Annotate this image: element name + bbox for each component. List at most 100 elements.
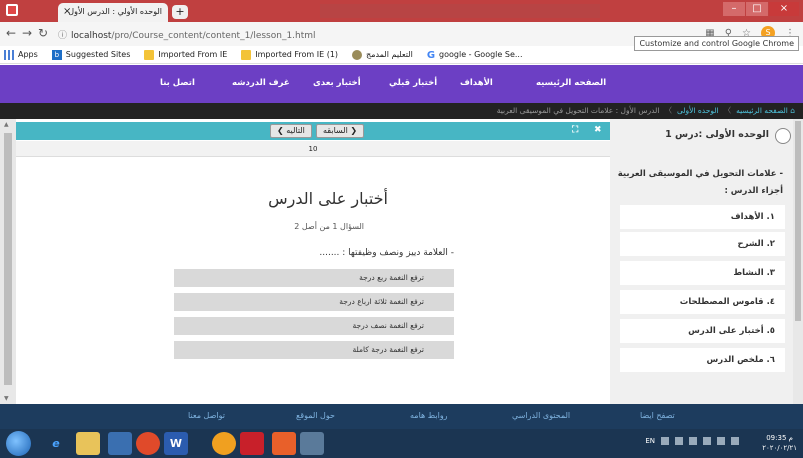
language-indicator[interactable]: EN [645, 437, 655, 445]
taskbar: e W EN 09:35 م ٢٠٢٠/٠٢/٢١ [0, 429, 803, 458]
folder-icon [241, 49, 252, 60]
forward-icon[interactable]: → [22, 26, 32, 40]
url-path: /pro/Course_content/content_1/lesson_1.h… [111, 31, 316, 41]
answer-option[interactable]: ترفع النغمة درجة كاملة [174, 341, 454, 359]
xampp-icon[interactable] [272, 432, 296, 455]
home-icon: ⌂ [787, 106, 795, 115]
breadcrumb-home[interactable]: الصفحه الرئيسيه [736, 106, 788, 115]
window-menu-icon[interactable] [6, 4, 18, 16]
nav-objectives[interactable]: الأهداف [460, 78, 493, 88]
question-text: - العلامة دييز ونصف وظيفتها : ....... [319, 248, 454, 258]
word-icon[interactable]: W [164, 432, 188, 455]
footer-about[interactable]: حول الموقع [296, 411, 335, 420]
lesson-content: ✖ ⛶ ❮ السابقه التاليه ❯ 10 أختبار على ال… [16, 119, 610, 404]
sidebar-item-activity[interactable]: ٣. النشاط [620, 261, 785, 285]
scrollbar-thumb[interactable] [4, 133, 12, 385]
sidebar-unit-title: الوحده الأولى :درس 1 [665, 129, 769, 140]
bookmark-label: Suggested Sites [65, 50, 131, 59]
sidebar-item-glossary[interactable]: ٤. قاموس المصطلحات [620, 290, 785, 314]
minimize-button[interactable]: – [723, 2, 745, 16]
volume-icon[interactable] [731, 437, 739, 445]
sidebar-item-explanation[interactable]: ٢. الشرح [620, 232, 785, 256]
paint-icon[interactable] [212, 432, 236, 455]
tabbar-blurred-area [320, 4, 600, 18]
close-window-button[interactable]: × [769, 2, 799, 16]
site-nav: الصفحه الرئيسيه الأهداف أختبار قبلي أختب… [0, 65, 803, 103]
clock[interactable]: 09:35 م ٢٠٢٠/٠٢/٢١ [762, 433, 797, 453]
nav-chat-rooms[interactable]: غرف الدردشه [232, 78, 290, 88]
info-icon[interactable]: ⓘ [58, 31, 67, 41]
answer-option[interactable]: ترفع النغمة ربع درجة [174, 269, 454, 287]
google-icon: G [426, 49, 436, 61]
scroll-down-icon[interactable]: ▼ [4, 395, 9, 402]
browser-tab[interactable]: × الوحده الأولي : الدرس الأول [58, 3, 168, 22]
breadcrumb: ⌂ الصفحه الرئيسيه 〉 الوحده الأولى 〉 الدرس ال… [0, 103, 803, 119]
window-controls: – □ × [723, 2, 799, 16]
ie-icon[interactable]: e [44, 432, 68, 455]
url-field[interactable]: ⓘ localhost/pro/Course_content/content_1/… [58, 28, 316, 41]
sidebar-lesson-subtitle: - علامات التحويل في الموسيقى العربية [617, 169, 783, 179]
sidebar-item-lesson-test[interactable]: ٥. أختبار على الدرس [620, 319, 785, 343]
lesson-sidebar: الوحده الأولى :درس 1 - علامات التحويل في… [610, 119, 793, 404]
bookmark-apps[interactable]: Apps [4, 49, 38, 60]
clock-time: 09:35 م [766, 434, 793, 442]
question-counter: السؤال 1 من أصل 2 [294, 222, 364, 231]
tray-icon[interactable] [661, 437, 669, 445]
tab-title: الوحده الأولي : الدرس الأول [68, 7, 162, 16]
bookmark-google[interactable]: Ggoogle - Google Se... [426, 49, 523, 61]
breadcrumb-unit[interactable]: الوحده الأولى [677, 106, 719, 115]
browser-tab-bar: × الوحده الأولي : الدرس الأول + – □ × [0, 0, 803, 22]
nav-contact[interactable]: اتصل بنا [160, 78, 195, 88]
expand-icon[interactable]: ⛶ [572, 125, 578, 135]
reload-icon[interactable]: ↻ [38, 26, 48, 40]
apps-icon [4, 49, 14, 60]
footer-links[interactable]: روابط هامه [410, 411, 448, 420]
tray-icon[interactable] [675, 437, 683, 445]
bookmark-label: Imported From IE (1) [255, 50, 339, 59]
page-scrollbar[interactable] [793, 119, 803, 404]
footer-contact[interactable]: تواصل معنا [188, 411, 225, 420]
quiz-title: أختبار على الدرس [268, 189, 388, 208]
next-button[interactable]: التاليه ❯ [270, 124, 312, 138]
system-tray: EN [645, 437, 739, 445]
tray-icon[interactable] [689, 437, 697, 445]
bing-icon: b [51, 49, 62, 60]
close-icon[interactable]: ✖ [594, 125, 602, 135]
scroll-up-icon[interactable]: ▲ [4, 121, 9, 128]
bookmark-label: Apps [18, 50, 38, 59]
tools-icon[interactable] [300, 432, 324, 455]
nav-post-test[interactable]: أختبار بعدى [313, 78, 361, 88]
new-tab-button[interactable]: + [172, 5, 188, 19]
answer-option[interactable]: ترفع النغمة نصف درجة [174, 317, 454, 335]
back-icon[interactable]: ← [6, 26, 16, 40]
maximize-button[interactable]: □ [746, 2, 768, 16]
quiz-panel: أختبار على الدرس السؤال 1 من أصل 2 - الع… [16, 157, 610, 404]
bookmark-imported-ie-1[interactable]: Imported From IE (1) [241, 49, 339, 60]
explorer-icon[interactable] [76, 432, 100, 455]
start-button[interactable] [6, 431, 31, 456]
footer-browse-also[interactable]: تصفح ايضا [640, 411, 675, 420]
content-scrollbar[interactable]: ▲ ▼ [0, 119, 16, 404]
tray-icon[interactable] [703, 437, 711, 445]
bookmark-blended-learning[interactable]: التعليم المدمج [352, 49, 413, 60]
breadcrumb-separator: 〉 [723, 106, 732, 115]
pdf-icon[interactable] [240, 432, 264, 455]
breadcrumb-lesson: الدرس الأول : علامات التحويل في الموسيقى… [496, 106, 660, 115]
prev-button[interactable]: ❮ السابقه [316, 124, 365, 138]
network-icon[interactable] [717, 437, 725, 445]
tab-close-icon[interactable]: × [63, 6, 71, 17]
sidebar-item-summary[interactable]: ٦. ملخص الدرس [620, 348, 785, 372]
scrollbar-thumb[interactable] [795, 121, 801, 321]
nav-pre-test[interactable]: أختبار قبلي [389, 78, 437, 88]
chrome-icon[interactable] [136, 432, 160, 455]
breadcrumb-separator: 〉 [664, 106, 672, 115]
site-footer: تصفح ايضا المحتوى الدراسي روابط هامه حول… [0, 404, 803, 429]
bookmark-suggested-sites[interactable]: b Suggested Sites [51, 49, 131, 60]
app-icon[interactable] [108, 432, 132, 455]
bookmark-imported-ie[interactable]: Imported From IE [144, 49, 227, 60]
answer-option[interactable]: ترفع النغمة ثلاثة ارباع درجة [174, 293, 454, 311]
footer-curriculum[interactable]: المحتوى الدراسي [512, 411, 570, 420]
nav-home[interactable]: الصفحه الرئيسيه [536, 78, 606, 88]
unit-circle-icon [775, 128, 791, 144]
sidebar-item-objectives[interactable]: ١. الأهداف [620, 205, 785, 229]
